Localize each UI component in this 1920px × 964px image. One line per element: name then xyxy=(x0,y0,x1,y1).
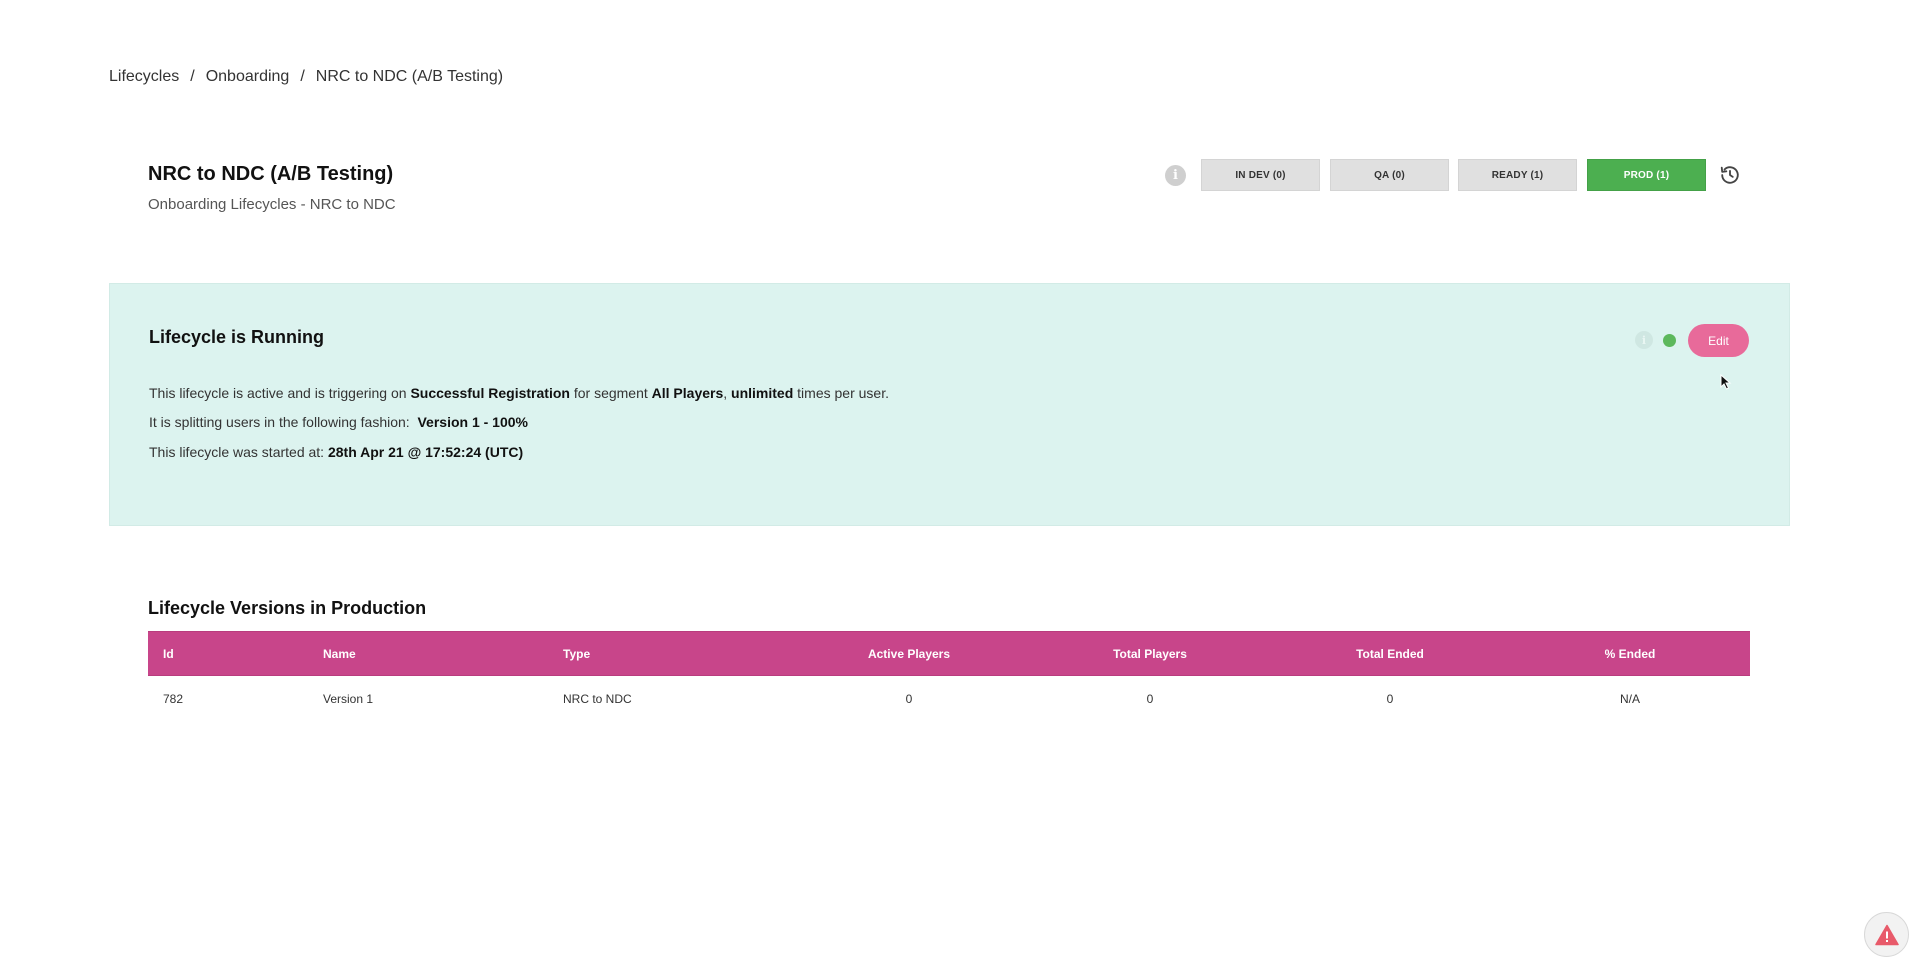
breadcrumb-separator: / xyxy=(300,68,305,85)
stage-prod-button[interactable]: PROD (1) xyxy=(1587,159,1706,191)
status-text: This lifecycle is active and is triggeri… xyxy=(149,385,411,401)
versions-table: Id Name Type Active Players Total Player… xyxy=(148,631,1750,723)
breadcrumb: Lifecycles / Onboarding / NRC to NDC (A/… xyxy=(109,68,503,86)
status-text: , xyxy=(723,385,732,401)
column-header-name[interactable]: Name xyxy=(308,631,548,676)
cell-total-ended: 0 xyxy=(1386,692,1394,707)
info-icon[interactable]: i xyxy=(1165,165,1186,186)
warning-icon xyxy=(1874,924,1899,945)
history-icon[interactable] xyxy=(1719,164,1741,186)
lifecycle-status-panel: Lifecycle is Running i Edit This lifecyc… xyxy=(109,283,1790,526)
trigger-event: Successful Registration xyxy=(410,385,570,401)
page-subtitle: Onboarding Lifecycles - NRC to NDC xyxy=(148,196,396,213)
stage-ready-button[interactable]: READY (1) xyxy=(1458,159,1577,191)
versions-section-title: Lifecycle Versions in Production xyxy=(148,598,427,618)
alert-button[interactable] xyxy=(1864,912,1909,957)
cell-percent-ended: N/A xyxy=(1619,692,1640,707)
status-info-icon[interactable]: i xyxy=(1635,331,1653,349)
breadcrumb-onboarding[interactable]: Onboarding xyxy=(206,68,290,86)
status-text: times per user. xyxy=(793,385,889,401)
status-trigger-line: This lifecycle is active and is triggeri… xyxy=(149,385,889,401)
trigger-frequency: unlimited xyxy=(731,385,794,401)
cell-id: 782 xyxy=(163,692,184,707)
breadcrumb-current: NRC to NDC (A/B Testing) xyxy=(315,68,504,85)
status-started-line: This lifecycle was started at: 28th Apr … xyxy=(149,444,523,460)
column-header-type[interactable]: Type xyxy=(548,631,788,676)
column-header-total-players[interactable]: Total Players xyxy=(1030,631,1270,676)
started-at: 28th Apr 21 @ 17:52:24 (UTC) xyxy=(327,444,524,460)
table-header-row: Id Name Type Active Players Total Player… xyxy=(148,631,1750,676)
split-value: Version 1 - 100% xyxy=(417,414,528,430)
page-title: NRC to NDC (A/B Testing) xyxy=(148,163,394,185)
status-text: This lifecycle was started at: xyxy=(149,444,328,460)
status-split-line: It is splitting users in the following f… xyxy=(149,414,528,430)
cell-type: NRC to NDC xyxy=(563,692,632,707)
column-header-percent-ended[interactable]: % Ended xyxy=(1510,631,1750,676)
cell-name: Version 1 xyxy=(323,692,374,707)
column-header-total-ended[interactable]: Total Ended xyxy=(1270,631,1510,676)
status-text: It is splitting users in the following f… xyxy=(149,414,410,430)
status-text: for segment xyxy=(569,385,652,401)
mouse-cursor-icon xyxy=(1720,374,1732,390)
column-header-id[interactable]: Id xyxy=(148,631,308,676)
status-title: Lifecycle is Running xyxy=(149,327,325,347)
segment-name: All Players xyxy=(651,385,724,401)
breadcrumb-separator: / xyxy=(190,68,195,85)
stage-in-dev-button[interactable]: IN DEV (0) xyxy=(1201,159,1320,191)
breadcrumb-lifecycles[interactable]: Lifecycles xyxy=(109,68,179,86)
stage-qa-button[interactable]: QA (0) xyxy=(1330,159,1449,191)
cell-total-players: 0 xyxy=(1146,692,1154,707)
column-header-active-players[interactable]: Active Players xyxy=(788,631,1030,676)
edit-button[interactable]: Edit xyxy=(1688,324,1749,357)
table-row[interactable]: 782 Version 1 NRC to NDC 0 0 0 N/A xyxy=(148,676,1750,723)
cell-active-players: 0 xyxy=(905,692,913,707)
running-status-indicator xyxy=(1663,334,1676,347)
